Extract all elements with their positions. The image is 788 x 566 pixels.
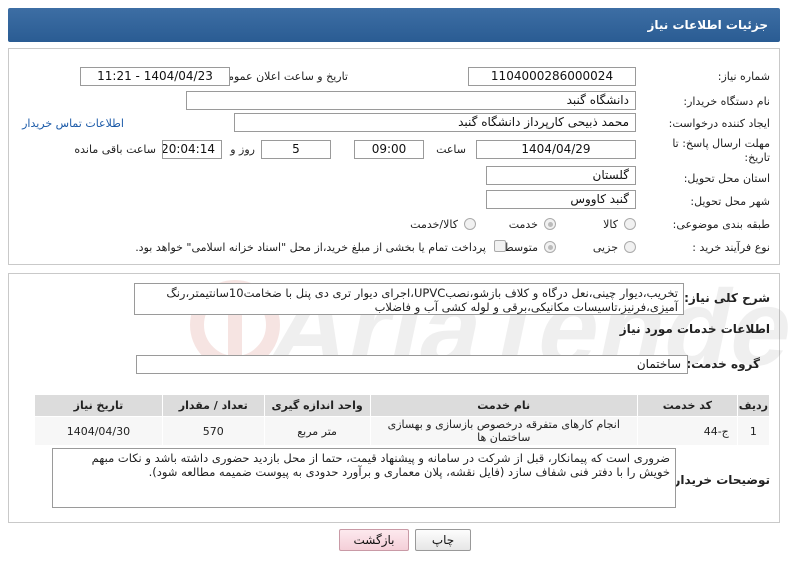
deadline-time-field: 09:00 (354, 140, 424, 159)
treasury-note: پرداخت تمام یا بخشی از مبلغ خرید،از محل … (135, 241, 486, 254)
services-table-header: ردیف کد خدمت نام خدمت واحد اندازه گیری ت… (34, 394, 771, 417)
col-service-code: کد خدمت (636, 394, 738, 417)
need-number-field: 1104000286000024 (468, 67, 636, 86)
col-service-name: نام خدمت (369, 394, 638, 417)
services-table: ردیف کد خدمت نام خدمت واحد اندازه گیری ت… (34, 394, 771, 446)
table-row: 1 ج-44 انجام کارهای متفرقه درخصوص بازساز… (34, 416, 771, 446)
category-radio-goods-service[interactable] (464, 218, 476, 230)
deadline-date-field: 1404/04/29 (476, 140, 636, 159)
requester-field: محمد ذبیحی کارپرداز دانشگاه گنبد (234, 113, 636, 132)
service-group-field: ساختمان (136, 355, 688, 374)
city-field: گنبد کاووس (486, 190, 636, 209)
services-section-title: اطلاعات خدمات مورد نیاز (619, 322, 770, 336)
province-field: گلستان (486, 166, 636, 185)
col-need-date: تاریخ نیاز (34, 394, 163, 417)
page-header: جزئیات اطلاعات نیاز (8, 8, 780, 42)
category-option-service: خدمت (508, 218, 538, 231)
cell-service-code: ج-44 (636, 416, 738, 446)
remaining-days-label: روز و (230, 143, 255, 156)
city-label: شهر محل تحویل: (690, 195, 770, 208)
process-option-minor: جزیی (592, 241, 618, 254)
cell-quantity: 570 (161, 416, 265, 446)
col-unit: واحد اندازه گیری (263, 394, 371, 417)
deadline-time-label: ساعت (436, 143, 466, 156)
category-label: طبقه بندی موضوعی: (672, 218, 770, 231)
deadline-label: مهلت ارسال پاسخ: تا تاریخ: (672, 137, 770, 164)
remaining-days-field: 5 (261, 140, 331, 159)
buyer-org-field: دانشگاه گنبد (186, 91, 636, 110)
requester-label: ایجاد کننده درخواست: (668, 117, 770, 130)
page-title: جزئیات اطلاعات نیاز (647, 18, 768, 32)
process-option-medium: متوسط (503, 241, 538, 254)
announce-datetime-field: 1404/04/23 - 11:21 (80, 67, 230, 86)
summary-textarea: تخریب،دیوار چینی،نعل درگاه و کلاف بازشو،… (134, 283, 684, 315)
remaining-time-label: ساعت باقی مانده (74, 143, 156, 156)
province-label: استان محل تحویل: (683, 172, 770, 185)
process-radio-medium[interactable] (544, 241, 556, 253)
process-type-label: نوع فرآیند خرید : (692, 241, 770, 254)
cell-service-name: انجام کارهای متفرقه درخصوص بازسازی و بهس… (369, 416, 638, 446)
category-radio-goods[interactable] (624, 218, 636, 230)
summary-label: شرح کلی نیاز: (684, 291, 770, 305)
category-radio-service[interactable] (544, 218, 556, 230)
buyer-contact-link[interactable]: اطلاعات تماس خریدار (22, 117, 124, 130)
process-radio-minor[interactable] (624, 241, 636, 253)
cell-row-number: 1 (736, 416, 771, 446)
buyer-notes-label: توضیحات خریدار: (668, 473, 770, 487)
print-button[interactable]: چاپ (415, 529, 471, 551)
category-option-goods: کالا (603, 218, 618, 231)
category-option-goods-service: کالا/خدمت (410, 218, 458, 231)
col-quantity: تعداد / مقدار (161, 394, 265, 417)
cell-unit: متر مربع (263, 416, 371, 446)
back-button[interactable]: بازگشت (339, 529, 409, 551)
announce-datetime-label: تاریخ و ساعت اعلان عمومی: (215, 70, 348, 83)
cell-need-date: 1404/04/30 (34, 416, 163, 446)
buyer-notes-textarea: ضروری است که پیمانکار، قبل از شرکت در سا… (52, 448, 676, 508)
need-number-label: شماره نیاز: (717, 70, 770, 83)
treasury-checkbox[interactable] (494, 240, 506, 252)
remaining-time-field: 20:04:14 (162, 140, 222, 159)
service-group-label: گروه خدمت: (686, 357, 760, 371)
buyer-org-label: نام دستگاه خریدار: (683, 95, 770, 108)
col-row-number: ردیف (736, 394, 771, 417)
